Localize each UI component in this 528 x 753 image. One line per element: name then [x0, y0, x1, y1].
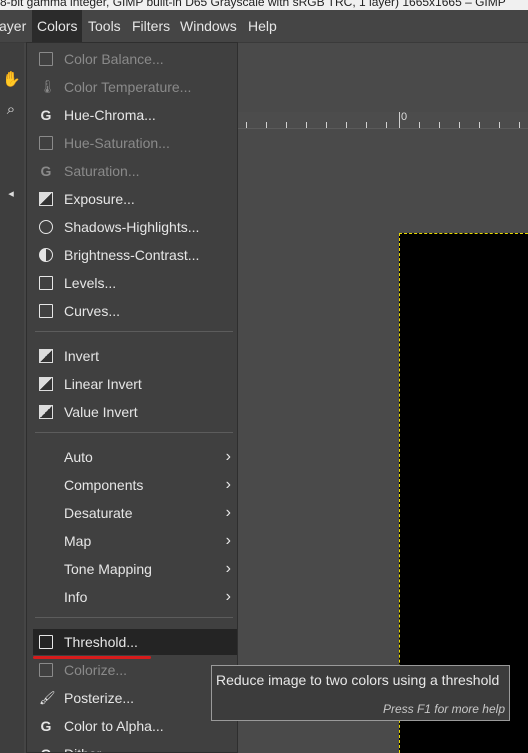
threshold-icon	[39, 635, 53, 649]
chevron-right-icon: ›	[225, 448, 231, 465]
tooltip-hint: Press F1 for more help	[382, 702, 505, 716]
menu-item-components[interactable]: Components ›	[35, 472, 237, 498]
colorize-icon	[39, 663, 53, 677]
menu-item-color-to-alpha[interactable]: G Color to Alpha...	[35, 713, 237, 739]
paint-tool-icon[interactable]: ✋	[2, 71, 21, 89]
menu-item-info[interactable]: Info ›	[35, 584, 237, 610]
menu-help[interactable]: Help	[243, 10, 282, 42]
zoom-tool-icon[interactable]: ⌕	[2, 101, 20, 119]
menu-item-auto[interactable]: Auto ›	[35, 444, 237, 470]
menu-item-threshold[interactable]: Threshold...	[33, 629, 237, 655]
menu-item-color-temperature[interactable]: 🌡 Color Temperature...	[35, 74, 237, 100]
thermometer-icon: 🌡	[39, 79, 56, 94]
menu-colors[interactable]: Colors	[32, 10, 83, 42]
menu-item-posterize[interactable]: 🖌 Posterize...	[35, 685, 237, 711]
menu-item-desaturate[interactable]: Desaturate ›	[35, 500, 237, 526]
menu-item-hue-saturation[interactable]: Hue-Saturation...	[35, 130, 237, 156]
exposure-icon	[39, 192, 53, 206]
chevron-right-icon: ›	[225, 560, 231, 577]
menu-separator	[35, 432, 233, 433]
panel-toggle-icon[interactable]: ◂	[2, 185, 20, 203]
menu-item-hue-chroma[interactable]: G Hue-Chroma...	[35, 102, 237, 128]
gegl-icon: G	[40, 718, 52, 734]
tooltip: Reduce image to two colors using a thres…	[211, 665, 510, 721]
menu-item-map[interactable]: Map ›	[35, 528, 237, 554]
colors-menu: Color Balance... 🌡 Color Temperature... …	[26, 42, 238, 753]
menu-separator	[35, 617, 233, 618]
gegl-icon: G	[40, 163, 52, 179]
menu-windows[interactable]: Windows	[175, 10, 242, 42]
menu-item-tone-mapping[interactable]: Tone Mapping ›	[35, 556, 237, 582]
menu-filters[interactable]: Filters	[127, 10, 175, 42]
levels-icon	[39, 276, 53, 290]
menu-bar: ayer Colors Tools Filters Windows Help	[0, 10, 528, 43]
menu-layer[interactable]: ayer	[0, 10, 31, 42]
menu-item-brightness-contrast[interactable]: Brightness-Contrast...	[35, 242, 237, 268]
color-balance-icon	[39, 52, 53, 66]
gegl-icon: G	[39, 747, 53, 752]
menu-item-exposure[interactable]: Exposure...	[35, 186, 237, 212]
chevron-right-icon: ›	[225, 504, 231, 521]
menu-item-shadows-highlights[interactable]: Shadows-Highlights...	[35, 214, 237, 240]
horizontal-ruler[interactable]: 0	[238, 111, 528, 129]
gegl-icon: G	[40, 107, 52, 123]
ruler-origin-label: 0	[401, 111, 408, 123]
tooltip-text: Reduce image to two colors using a thres…	[216, 672, 500, 688]
brightness-contrast-icon	[39, 248, 53, 262]
invert-icon	[39, 405, 53, 419]
shadows-highlights-icon	[39, 220, 53, 234]
curves-icon	[39, 304, 53, 318]
menu-separator	[35, 331, 233, 332]
invert-icon	[39, 349, 53, 363]
menu-item-invert[interactable]: Invert	[35, 343, 237, 369]
annotation-underline	[33, 656, 151, 659]
invert-icon	[39, 377, 53, 391]
menu-item-dither[interactable]: G Dither...	[35, 741, 237, 752]
chevron-right-icon: ›	[225, 476, 231, 493]
hue-saturation-icon	[39, 136, 53, 150]
menu-item-curves[interactable]: Curves...	[35, 298, 237, 324]
toolbox: ✋ ⌕ ◂	[0, 43, 24, 753]
menu-tools[interactable]: Tools	[83, 10, 126, 42]
chevron-right-icon: ›	[225, 532, 231, 549]
menu-item-saturation[interactable]: G Saturation...	[35, 158, 237, 184]
posterize-icon: 🖌	[39, 690, 56, 705]
menu-item-linear-invert[interactable]: Linear Invert	[35, 371, 237, 397]
chevron-right-icon: ›	[225, 588, 231, 605]
menu-item-colorize[interactable]: Colorize...	[35, 657, 237, 683]
menu-item-value-invert[interactable]: Value Invert	[35, 399, 237, 425]
window-title: 8-bit gamma integer, GIMP built-in D65 G…	[0, 0, 506, 9]
menu-item-color-balance[interactable]: Color Balance...	[35, 46, 237, 72]
menu-item-levels[interactable]: Levels...	[35, 270, 237, 296]
window-title-bar: 8-bit gamma integer, GIMP built-in D65 G…	[0, 0, 528, 10]
